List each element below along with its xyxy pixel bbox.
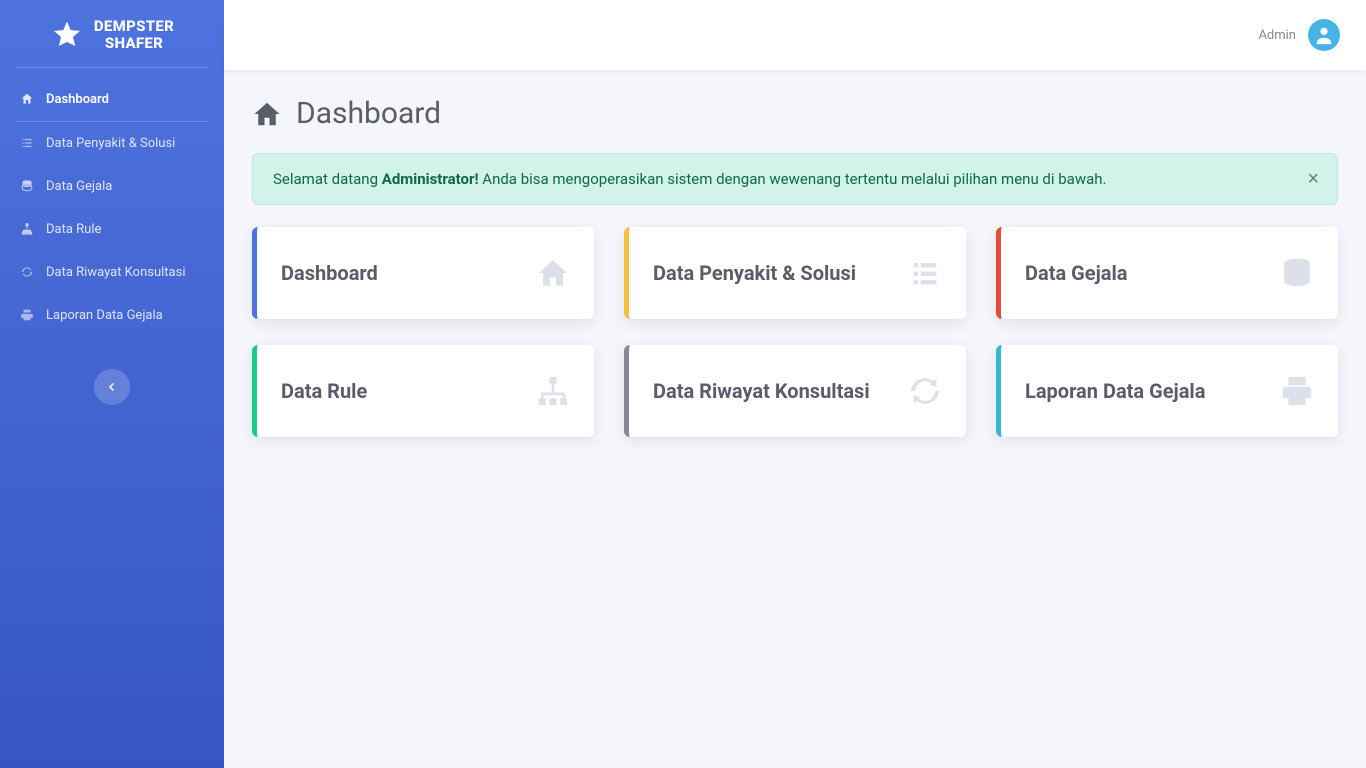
welcome-alert: Selamat datang Administrator! Anda bisa … — [252, 153, 1338, 205]
sitemap-icon — [18, 222, 36, 236]
chevron-left-icon — [106, 381, 118, 393]
brand-text: DEMPSTERSHAFER — [94, 18, 174, 53]
sidebar-item-label: Data Rule — [46, 222, 101, 237]
card-title: Data Rule — [281, 379, 367, 403]
alert-close-button[interactable]: × — [1303, 165, 1323, 193]
card-title: Dashboard — [281, 261, 378, 285]
card-riwayat[interactable]: Data Riwayat Konsultasi — [624, 345, 966, 437]
sidebar-nav: Dashboard Data Penyakit & Solusi Data Ge… — [0, 78, 224, 351]
card-dashboard[interactable]: Dashboard — [252, 227, 594, 319]
sidebar-item-gejala[interactable]: Data Gejala — [0, 165, 224, 208]
sidebar-collapse-button[interactable] — [94, 369, 130, 405]
list-icon — [18, 136, 36, 150]
sidebar-item-rule[interactable]: Data Rule — [0, 208, 224, 251]
sync-icon — [18, 265, 36, 279]
sidebar-item-label: Laporan Data Gejala — [46, 308, 163, 323]
sidebar-divider — [16, 67, 208, 68]
sidebar-item-label: Data Gejala — [46, 179, 112, 194]
alert-text: Selamat datang Administrator! Anda bisa … — [273, 170, 1107, 188]
card-title: Data Gejala — [1025, 261, 1127, 285]
sidebar: DEMPSTERSHAFER Dashboard Data Penyakit &… — [0, 0, 224, 768]
home-icon — [536, 256, 570, 290]
list-icon — [908, 256, 942, 290]
avatar — [1308, 19, 1340, 51]
sidebar-item-dashboard[interactable]: Dashboard — [0, 78, 224, 121]
card-gejala[interactable]: Data Gejala — [996, 227, 1338, 319]
home-icon — [252, 99, 282, 129]
user-menu[interactable]: Admin — [1258, 19, 1340, 51]
database-icon — [1280, 256, 1314, 290]
print-icon — [1280, 374, 1314, 408]
brand[interactable]: DEMPSTERSHAFER — [0, 0, 224, 67]
sidebar-item-label: Dashboard — [46, 92, 109, 107]
page-title-row: Dashboard — [252, 96, 1338, 131]
card-title: Laporan Data Gejala — [1025, 379, 1205, 403]
sidebar-item-penyakit[interactable]: Data Penyakit & Solusi — [0, 122, 224, 165]
card-rule[interactable]: Data Rule — [252, 345, 594, 437]
content: Dashboard Selamat datang Administrator! … — [224, 70, 1366, 463]
database-icon — [18, 179, 36, 193]
card-laporan[interactable]: Laporan Data Gejala — [996, 345, 1338, 437]
print-icon — [18, 308, 36, 322]
star-icon — [50, 18, 84, 52]
home-icon — [18, 92, 36, 106]
topbar: Admin — [224, 0, 1366, 70]
sidebar-item-riwayat[interactable]: Data Riwayat Konsultasi — [0, 251, 224, 294]
sync-icon — [908, 374, 942, 408]
card-penyakit[interactable]: Data Penyakit & Solusi — [624, 227, 966, 319]
sidebar-item-laporan[interactable]: Laporan Data Gejala — [0, 294, 224, 337]
close-icon: × — [1307, 168, 1319, 190]
user-label: Admin — [1258, 28, 1296, 43]
card-title: Data Penyakit & Solusi — [653, 261, 856, 285]
sidebar-item-label: Data Penyakit & Solusi — [46, 136, 175, 151]
dashboard-cards: Dashboard Data Penyakit & Solusi Data Ge… — [252, 227, 1338, 437]
main: Admin Dashboard Selamat datang Administr… — [224, 0, 1366, 768]
page-title: Dashboard — [296, 96, 441, 131]
card-title: Data Riwayat Konsultasi — [653, 379, 870, 403]
sitemap-icon — [536, 374, 570, 408]
sidebar-item-label: Data Riwayat Konsultasi — [46, 265, 185, 280]
